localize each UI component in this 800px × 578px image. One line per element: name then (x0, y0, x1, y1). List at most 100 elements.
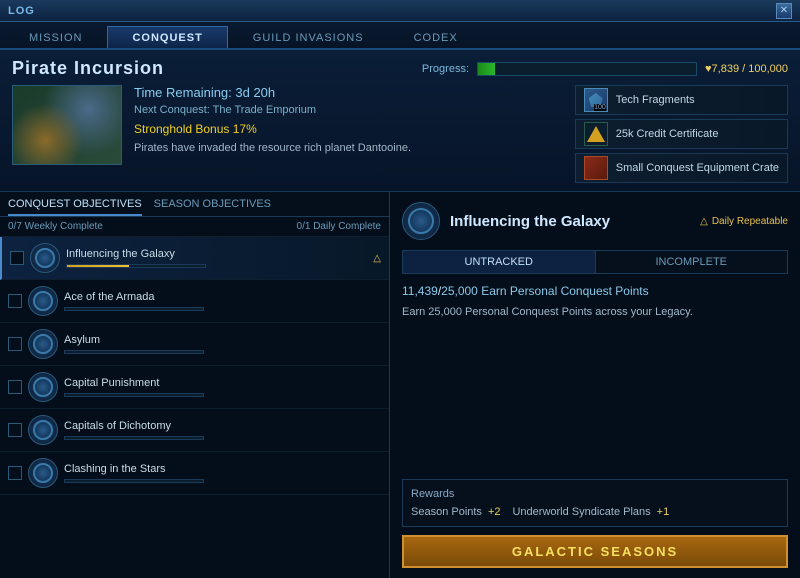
detail-description: Earn 25,000 Personal Conquest Points acr… (402, 304, 788, 321)
event-title: Pirate Incursion (12, 58, 164, 79)
title-bar: LOG ✕ (0, 0, 800, 22)
detail-title: Influencing the Galaxy (450, 213, 610, 230)
objective-progress-5 (64, 436, 204, 440)
objective-progress-fill-1 (67, 265, 129, 267)
objective-clashing[interactable]: Clashing in the Stars (0, 452, 389, 495)
detail-panel: Influencing the Galaxy △ Daily Repeatabl… (390, 192, 800, 578)
objective-checkbox-4[interactable] (8, 380, 22, 394)
reward-item-crate: Small Conquest Equipment Crate (575, 153, 788, 183)
time-remaining: Time Remaining: 3d 20h (134, 85, 563, 100)
objective-icon-inner-6 (33, 463, 53, 483)
objective-checkbox-3[interactable] (8, 337, 22, 351)
daily-icon-1: △ (373, 253, 381, 264)
daily-complete: 0/1 Daily Complete (297, 221, 381, 232)
objective-progress-1 (66, 264, 206, 268)
event-info: Time Remaining: 3d 20h Next Conquest: Th… (134, 85, 563, 183)
objective-icon-3 (28, 329, 58, 359)
detail-header: Influencing the Galaxy △ Daily Repeatabl… (402, 202, 788, 240)
tab-codex[interactable]: CODEX (389, 26, 483, 48)
objective-icon-inner-2 (33, 291, 53, 311)
objective-details-4: Capital Punishment (64, 377, 381, 397)
objective-details-5: Capitals of Dichotomy (64, 420, 381, 440)
tab-mission[interactable]: MISSION (4, 26, 107, 48)
progress-section: Progress: ♥7,839 / 100,000 (422, 62, 788, 76)
objective-name-6: Clashing in the Stars (64, 463, 381, 475)
objectives-list: Influencing the Galaxy △ Ace of the Arma… (0, 237, 389, 578)
objective-icon-5 (28, 415, 58, 445)
detail-body: 11,439/25,000 Earn Personal Conquest Poi… (402, 284, 788, 479)
score-max: 25,000 (441, 284, 478, 298)
tab-untracked[interactable]: UNTRACKED (403, 251, 595, 273)
objective-checkbox-6[interactable] (8, 466, 22, 480)
objective-icon-inner-1 (35, 248, 55, 268)
tab-season-objectives[interactable]: SEASON OBJECTIVES (154, 198, 271, 216)
objective-icon-inner-4 (33, 377, 53, 397)
reward-icon-crate (584, 156, 608, 180)
rewards-row: Season Points +2 Underworld Syndicate Pl… (411, 506, 779, 518)
objective-details-3: Asylum (64, 334, 381, 354)
event-image (12, 85, 122, 165)
progress-label: Progress: (422, 63, 469, 75)
objective-asylum[interactable]: Asylum (0, 323, 389, 366)
objectives-tab-bar: CONQUEST OBJECTIVES SEASON OBJECTIVES (0, 192, 389, 217)
objective-capital-punishment[interactable]: Capital Punishment (0, 366, 389, 409)
objective-icon-6 (28, 458, 58, 488)
objective-icon-2 (28, 286, 58, 316)
objective-icon-inner-3 (33, 334, 53, 354)
tab-conquest[interactable]: CONQUEST (107, 26, 227, 48)
objective-ace[interactable]: Ace of the Armada (0, 280, 389, 323)
reward-icon-cert (584, 122, 608, 146)
objective-icon-1 (30, 243, 60, 273)
tab-guild[interactable]: GUILD INVASIONS (228, 26, 389, 48)
objective-icon-inner-5 (33, 420, 53, 440)
objectives-panel: CONQUEST OBJECTIVES SEASON OBJECTIVES 0/… (0, 192, 390, 578)
reward-season-points: Season Points +2 (411, 506, 500, 518)
reward-item-cert: 25k Credit Certificate (575, 119, 788, 149)
tracking-tabs: UNTRACKED INCOMPLETE (402, 250, 788, 274)
tab-bar: MISSION CONQUEST GUILD INVASIONS CODEX (0, 22, 800, 50)
main-content: Pirate Incursion Progress: ♥7,839 / 100,… (0, 50, 800, 554)
objective-progress-6 (64, 479, 204, 483)
tab-incomplete[interactable]: INCOMPLETE (596, 251, 788, 273)
objective-details-2: Ace of the Armada (64, 291, 381, 311)
season-points-label: Season Points (411, 506, 482, 518)
objective-name-1: Influencing the Galaxy (66, 248, 367, 260)
reward-label-crate: Small Conquest Equipment Crate (616, 162, 779, 174)
objective-details-6: Clashing in the Stars (64, 463, 381, 483)
progress-value: ♥7,839 / 100,000 (705, 63, 788, 75)
close-button[interactable]: ✕ (776, 3, 792, 19)
galactic-seasons-button[interactable]: GALACTIC SEASONS (402, 535, 788, 568)
detail-icon-inner (408, 208, 434, 234)
objective-checkbox-5[interactable] (8, 423, 22, 437)
next-conquest: Next Conquest: The Trade Emporium (134, 104, 563, 116)
score-current: 11,439 (402, 284, 438, 298)
objective-progress-3 (64, 350, 204, 354)
reward-label-cert: 25k Credit Certificate (616, 128, 719, 140)
underworld-label: Underworld Syndicate Plans (512, 506, 650, 518)
progress-bar (477, 62, 697, 76)
objective-name-3: Asylum (64, 334, 381, 346)
header-rewards: 100 Tech Fragments 25k Credit Certificat… (575, 85, 788, 183)
objective-name-4: Capital Punishment (64, 377, 381, 389)
objective-name-5: Capitals of Dichotomy (64, 420, 381, 432)
score-label: Earn Personal Conquest Points (481, 284, 648, 298)
objective-progress-2 (64, 307, 204, 311)
reward-icon-fragments: 100 (584, 88, 608, 112)
window-title: LOG (8, 5, 35, 17)
tab-conquest-objectives[interactable]: CONQUEST OBJECTIVES (8, 198, 142, 216)
objective-capitals-dichotomy[interactable]: Capitals of Dichotomy (0, 409, 389, 452)
reward-item-fragments: 100 Tech Fragments (575, 85, 788, 115)
event-header: Pirate Incursion Progress: ♥7,839 / 100,… (0, 50, 800, 192)
event-image-bg (13, 86, 121, 164)
weekly-complete: 0/7 Weekly Complete (8, 221, 103, 232)
daily-triangle-icon: △ (700, 216, 708, 227)
objective-influencing[interactable]: Influencing the Galaxy △ (0, 237, 389, 280)
objective-checkbox-2[interactable] (8, 294, 22, 308)
reward-label-fragments: Tech Fragments (616, 94, 695, 106)
objective-checkbox-1[interactable] (10, 251, 24, 265)
objective-icon-4 (28, 372, 58, 402)
objective-details-1: Influencing the Galaxy (66, 248, 367, 268)
season-points-value: +2 (488, 506, 501, 518)
objective-name-2: Ace of the Armada (64, 291, 381, 303)
bottom-section: CONQUEST OBJECTIVES SEASON OBJECTIVES 0/… (0, 192, 800, 578)
